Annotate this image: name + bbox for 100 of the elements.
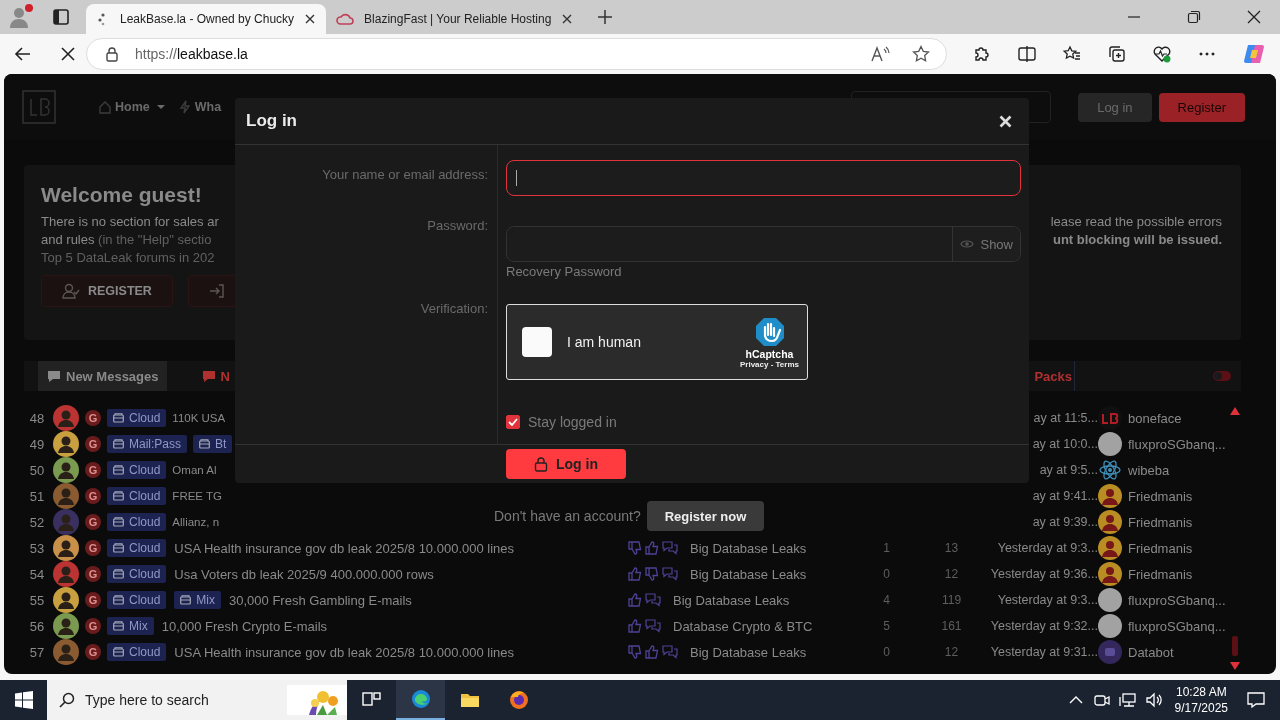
heart-pulse-icon[interactable] [1152,44,1173,64]
tag[interactable]: Cloud [107,513,167,531]
scrollbar-thumb[interactable] [1231,636,1238,656]
reply-count: 4 [882,593,891,607]
checkbox-label: Stay logged in [528,414,617,430]
signup-prompt: Don't have an account? [494,508,641,524]
thread-title-link[interactable]: USA Health insurance gov db leak 2025/8 10.000.000 lines [174,644,515,660]
tag[interactable]: Bt [193,435,233,453]
home-icon [98,100,112,114]
user-link[interactable]: wibeba [1128,462,1170,478]
group-badge: G [85,644,101,660]
forum-link[interactable]: Big Database Leaks [690,644,807,660]
register-now-button[interactable]: Register now [646,501,765,531]
user-link[interactable]: Friedmanis [1128,540,1193,556]
thread-title-link[interactable]: Oman Al [172,464,217,476]
stop-icon[interactable] [60,46,76,62]
thumbs-up-icon [645,645,659,659]
user-link[interactable]: boneface [1128,410,1182,426]
field-label: Password: [427,217,488,233]
split-screen-icon[interactable] [1017,44,1038,64]
tag[interactable]: Cloud [107,487,167,505]
forum-link[interactable]: Big Database Leaks [690,566,807,582]
volume-icon[interactable] [1144,691,1163,709]
tag[interactable]: Mix [174,591,222,609]
close-icon[interactable] [561,13,574,25]
avatar-icon [53,483,79,509]
thread-title-link[interactable]: Allianz, n [172,516,220,528]
tag[interactable]: Cloud [107,565,167,583]
user-link[interactable]: Friedmanis [1128,488,1193,504]
user-link[interactable]: Friedmanis [1128,514,1193,530]
thread-title-link[interactable]: FREE TG [172,490,222,502]
avatar-icon [1098,536,1122,560]
hand-icon [753,315,786,348]
tag[interactable]: Mix [107,617,154,635]
captcha-label: I am human [567,334,641,350]
feed-tab[interactable]: Packs [1026,361,1074,391]
edge-icon[interactable] [409,688,432,710]
group-badge: G [85,488,101,504]
recovery-password-link[interactable]: Recovery Password [506,264,1021,279]
view-count: 161 [940,619,963,633]
user-link[interactable]: Databot [1128,644,1174,660]
thumbs-up-icon [628,593,642,607]
nav-link[interactable]: Home [98,100,166,114]
user-link[interactable]: Friedmanis [1128,566,1193,582]
scroll-down-icon[interactable] [1229,662,1240,670]
register-button[interactable]: REGISTER [41,275,173,307]
star-icon[interactable] [912,45,931,63]
chat-icon [200,369,217,383]
avatar-icon [1098,640,1122,664]
copilot-icon[interactable] [1242,42,1266,66]
user-link[interactable]: fluxproSGbanq... [1128,436,1226,452]
welcome-text: Top 5 DataLeak forums in 202 [41,249,215,267]
user-link[interactable]: fluxproSGbanq... [1128,618,1226,634]
tab-actions-icon[interactable] [52,8,70,26]
toggle-switch[interactable] [1213,371,1231,381]
read-aloud-icon[interactable] [870,45,891,63]
forum-link[interactable]: Database Crypto & BTC [673,618,813,634]
folder-icon [113,621,124,631]
welcome-text: unt blocking will be issued. [1052,231,1222,249]
feed-tab[interactable]: N [192,361,238,391]
user-link[interactable]: fluxproSGbanq... [1128,592,1226,608]
tag[interactable]: Cloud [107,539,167,557]
forum-link[interactable]: Big Database Leaks [673,592,790,608]
clock[interactable]: 10:28 AM 9/17/2025 [1174,684,1228,716]
avatar-icon [53,405,79,431]
notifications-icon[interactable] [1246,690,1266,710]
restore-icon[interactable] [1187,10,1201,24]
network-icon[interactable] [1118,691,1137,709]
close-icon[interactable] [1247,10,1261,24]
browser-tab[interactable]: BlazingFast | Your Reliable Hosting [326,4,584,34]
thread-title-link[interactable]: USA Health insurance gov db leak 2025/8 10.000.000 lines [174,540,515,556]
windows-icon[interactable] [15,691,33,709]
thread-title-link[interactable]: 10,000 Fresh Crypto E-mails [161,618,328,634]
comments-icon [662,567,678,581]
firefox-icon[interactable] [507,689,530,711]
tag[interactable]: Cloud [107,409,167,427]
captcha-links[interactable]: Privacy - Terms [740,359,799,369]
back-icon[interactable] [14,45,32,63]
thread-title-link[interactable]: 110K USA [172,412,226,424]
browser-tab[interactable]: LeakBase.la - Owned by Chucky [86,4,327,34]
login-button[interactable]: Log in [506,449,626,479]
name-field[interactable] [506,160,1021,196]
tag[interactable]: Cloud [107,591,167,609]
scroll-up-icon[interactable] [1229,407,1240,415]
address-field[interactable]: https://leakbase.la [85,38,948,70]
feed-tab[interactable]: New Messages [38,361,167,391]
captcha-checkbox[interactable] [522,327,552,357]
tag[interactable]: Cloud [107,643,167,661]
tag[interactable]: Mail:Pass [107,435,187,453]
collections-icon[interactable] [1107,44,1128,64]
nav-link[interactable]: Wha [177,100,222,114]
new-tab-icon[interactable] [597,9,614,25]
thread-title-link[interactable]: Usa Voters db leak 2025/9 400.000.000 rows [174,566,434,582]
search-field[interactable]: Type here to search [47,680,347,720]
atom-icon [1098,458,1122,482]
checkbox[interactable] [506,415,520,429]
forum-link[interactable]: Big Database Leaks [690,540,807,556]
close-icon[interactable] [304,13,317,25]
tag[interactable]: Cloud [107,461,167,479]
thread-title-link[interactable]: 30,000 Fresh Gambling E-mails [229,592,412,608]
